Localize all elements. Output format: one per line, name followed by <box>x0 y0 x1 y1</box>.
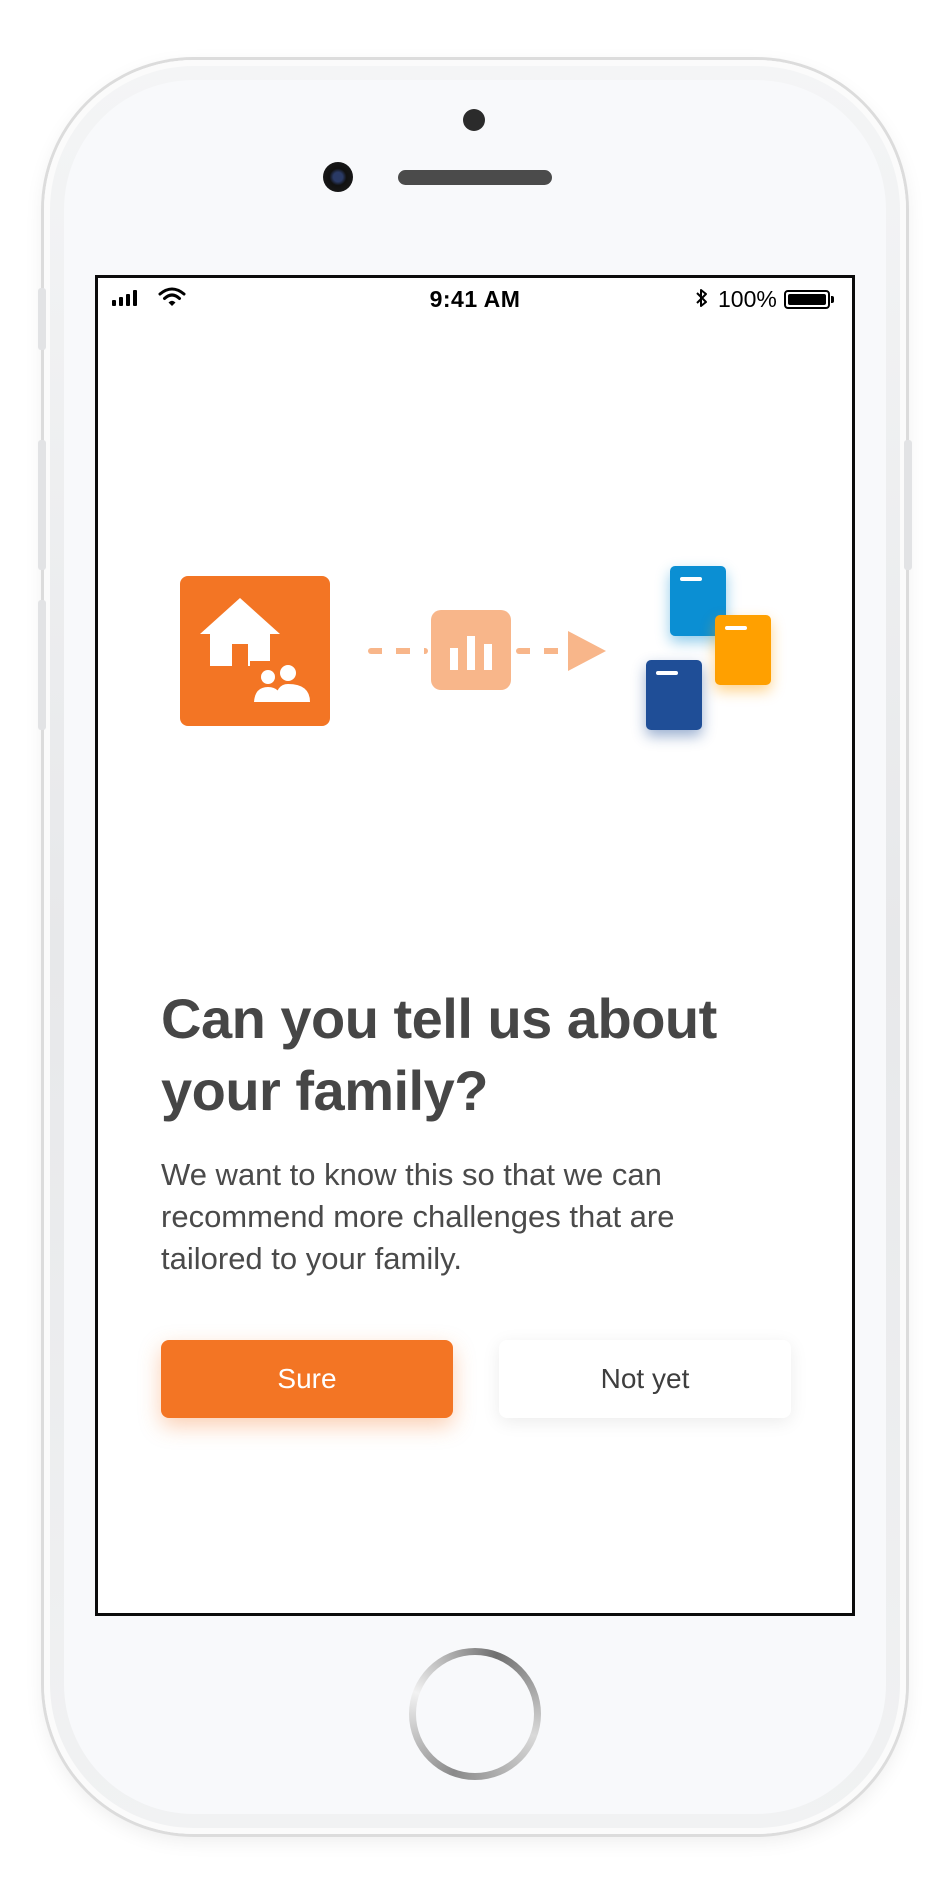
volume-up-button <box>38 440 46 570</box>
home-family-icon <box>180 576 330 726</box>
flow-line-left <box>368 648 428 654</box>
mute-switch <box>38 288 46 350</box>
challenge-card-icon <box>646 660 702 730</box>
home-button <box>409 1648 541 1780</box>
page-description: We want to know this so that we can reco… <box>161 1157 675 1276</box>
flow-line-right <box>516 648 566 654</box>
front-sensor <box>463 109 485 131</box>
power-button <box>904 440 912 570</box>
page-title: Can you tell us about your family? <box>161 987 717 1122</box>
arrow-right-icon <box>568 631 606 671</box>
front-camera <box>323 162 353 192</box>
volume-down-button <box>38 600 46 730</box>
earpiece-speaker <box>398 170 552 185</box>
bar-chart-icon <box>431 610 511 690</box>
sure-button[interactable]: Sure <box>161 1340 453 1418</box>
challenge-card-icon <box>715 615 771 685</box>
app-screen: 9:41 AM 100% Can you tell us about your … <box>95 275 855 1616</box>
family-illustration <box>98 278 852 1078</box>
not-yet-button[interactable]: Not yet <box>499 1340 791 1418</box>
